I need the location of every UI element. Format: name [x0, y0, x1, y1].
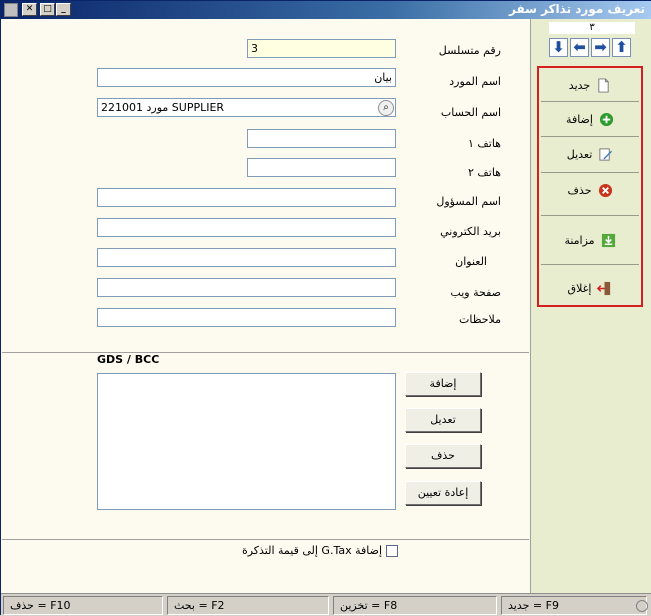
edit-button[interactable]: تعديل [541, 139, 639, 169]
sync-download-icon [601, 233, 615, 247]
minimize-window-button[interactable]: _ [56, 3, 71, 16]
action-separator [541, 136, 639, 137]
gds-title: GDS / BCC [97, 353, 160, 366]
gds-reassign-button[interactable]: إعادة تعيين [405, 481, 481, 505]
status-search: F2 = بحث [167, 596, 329, 615]
main-window: ✕ □ _ تعريف مورد تذاكر سفر رقم متسلسل 3 … [0, 0, 651, 616]
delete-label: حذف [567, 183, 592, 197]
app-icon [4, 3, 18, 17]
gds-delete-button[interactable]: حذف [405, 444, 481, 468]
action-separator [541, 264, 639, 265]
action-separator [541, 172, 639, 173]
search-lookup-icon[interactable]: ⌕ [378, 100, 394, 116]
serial-field[interactable]: 3 [247, 39, 396, 58]
edit-icon [599, 147, 613, 161]
add-button[interactable]: إضافة [541, 104, 639, 134]
email-field[interactable] [97, 218, 396, 237]
responsible-label: اسم المسؤول [436, 195, 501, 208]
section-divider-bottom [2, 539, 529, 540]
notes-label: ملاحظات [459, 313, 501, 326]
sync-button[interactable]: مزامنة [541, 225, 639, 255]
phone1-field[interactable] [247, 129, 396, 148]
account-name-field[interactable]: 221001 مورد SUPPLIER [97, 98, 396, 117]
serial-label: رقم متسلسل [438, 44, 501, 57]
address-label: العنوان [455, 255, 487, 268]
responsible-field[interactable] [97, 188, 396, 207]
action-separator [541, 101, 639, 102]
record-navigation: ⬇ ⬅ ➡ ⬆ [549, 38, 631, 57]
sync-label: مزامنة [564, 233, 595, 247]
edit-label: تعديل [566, 147, 593, 161]
delete-icon [598, 183, 612, 197]
record-counter: ٣ [549, 22, 635, 34]
supplier-name-label: اسم المورد [449, 75, 501, 88]
action-separator [541, 215, 639, 216]
gtax-checkbox[interactable] [386, 544, 398, 557]
arrow-down-icon: ⬇ [552, 38, 565, 56]
supplier-name-field[interactable]: بيان [97, 68, 396, 87]
delete-button[interactable]: حذف [541, 175, 639, 205]
phone2-label: هاتف ٢ [467, 166, 501, 179]
add-icon [599, 112, 614, 126]
account-name-label: اسم الحساب [440, 106, 501, 119]
gds-list[interactable] [97, 373, 396, 510]
close-label: إغلاق [567, 281, 592, 295]
nav-prev-button[interactable]: ⬅ [570, 38, 589, 57]
window-title: تعريف مورد تذاكر سفر [509, 2, 645, 16]
nav-first-button[interactable]: ⬆ [612, 38, 631, 57]
nav-last-button[interactable]: ⬇ [549, 38, 568, 57]
new-label: جديد [568, 78, 591, 92]
new-document-icon [598, 77, 609, 93]
arrow-up-icon: ⬆ [615, 38, 628, 56]
arrow-right-icon: ➡ [594, 38, 607, 56]
phone2-field[interactable] [247, 158, 396, 177]
close-window-button[interactable]: ✕ [22, 3, 37, 16]
resize-grip-icon[interactable] [636, 600, 648, 612]
address-field[interactable] [97, 248, 396, 267]
section-divider [2, 352, 529, 353]
website-label: صفحة ويب [450, 286, 501, 299]
new-button[interactable]: جديد [541, 70, 639, 100]
gds-add-button[interactable]: إضافة [405, 372, 481, 396]
action-sidebar: ٣ ⬇ ⬅ ➡ ⬆ جديد إضافة تعديل حذف مزامنة إغ… [530, 19, 651, 593]
exit-door-icon [597, 281, 611, 295]
nav-next-button[interactable]: ➡ [591, 38, 610, 57]
status-bar: F10 = حذف F2 = بحث F8 = تخزين F9 = جديد [1, 593, 651, 616]
actions-group: جديد إضافة تعديل حذف مزامنة إغلاق [537, 66, 643, 307]
maximize-window-button[interactable]: □ [40, 3, 55, 16]
add-label: إضافة [566, 112, 593, 126]
notes-field[interactable] [97, 308, 396, 327]
close-button[interactable]: إغلاق [541, 273, 639, 303]
website-field[interactable] [97, 278, 396, 297]
phone1-label: هاتف ١ [467, 137, 501, 150]
title-bar: ✕ □ _ تعريف مورد تذاكر سفر [1, 1, 651, 19]
status-delete: F10 = حذف [3, 596, 163, 615]
status-new: F9 = جديد [501, 596, 647, 615]
gds-edit-button[interactable]: تعديل [405, 408, 481, 432]
status-store: F8 = تخزين [333, 596, 497, 615]
arrow-left-icon: ⬅ [573, 38, 586, 56]
gtax-label: إضافة G.Tax إلى قيمة التذكرة [241, 544, 382, 557]
gtax-row[interactable]: إضافة G.Tax إلى قيمة التذكرة [238, 544, 398, 557]
email-label: بريد الكتروني [440, 225, 501, 238]
